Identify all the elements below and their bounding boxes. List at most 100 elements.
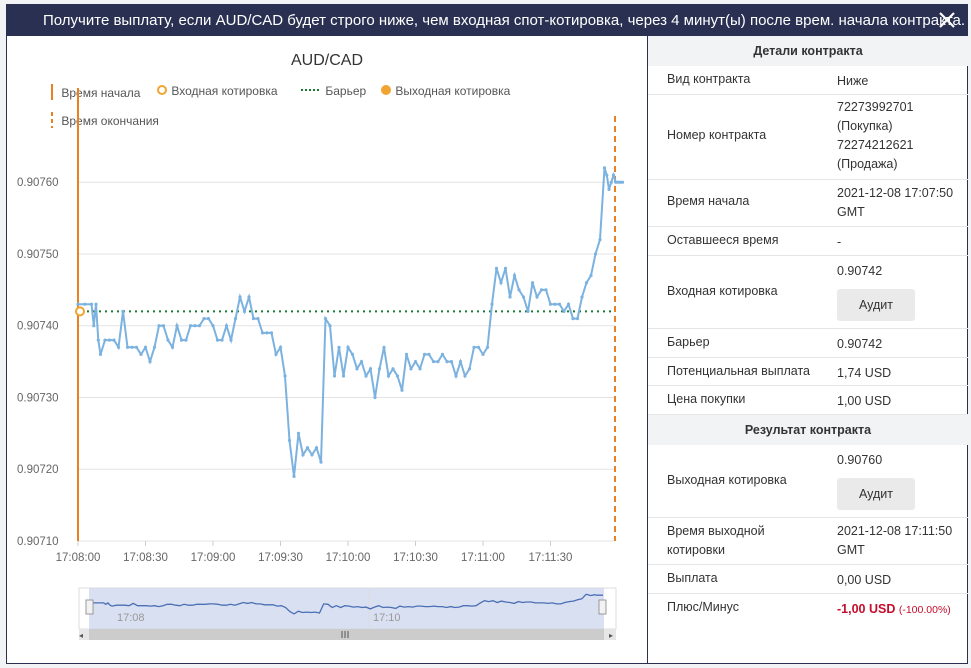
price-point — [260, 331, 265, 335]
x-tick-label: 17:10:00 — [326, 552, 371, 564]
price-point — [472, 345, 476, 349]
price-point — [247, 295, 251, 299]
price-point — [319, 460, 323, 464]
result-header: Результат контракта — [648, 415, 968, 445]
price-point — [535, 295, 539, 299]
price-point — [83, 302, 87, 306]
row-exit-spot: Выходная котировка 0.90760 Аудит — [648, 445, 968, 518]
exit-time-value: 2021-12-08 17:11:50 GMT — [837, 522, 952, 560]
contract-number-label: Номер контракта — [667, 128, 767, 142]
details-header: Детали контракта — [648, 36, 968, 66]
remaining-time-value: - — [837, 235, 842, 249]
price-point — [377, 367, 382, 371]
price-point — [605, 173, 609, 177]
row-contract-number: Номер контракта 72273992701 (Покупка) 72… — [648, 95, 968, 180]
price-chart[interactable]: 0.90710 0.90720 0.90730 0.90740 0.90750 0.907… — [7, 36, 647, 663]
price-series-line — [78, 167, 623, 477]
exit-spot-value-cell: 0.90760 Аудит — [837, 451, 915, 510]
buy-contract-id: 72273992701 — [837, 100, 914, 114]
price-point — [341, 374, 346, 378]
price-point — [211, 324, 215, 328]
entry-audit-button[interactable]: Аудит — [837, 289, 915, 321]
price-point — [562, 309, 566, 313]
price-point — [400, 388, 404, 392]
price-point — [575, 317, 580, 321]
price-point — [152, 345, 157, 349]
price-point — [269, 331, 274, 335]
purchase-price-label: Цена покупки — [667, 392, 746, 406]
potential-payout-value: 1,74 USD — [837, 366, 892, 380]
entry-spot-label: Входная котировка — [667, 284, 778, 298]
row-potential-payout: Потенциальная выплата 1,74 USD — [648, 358, 968, 386]
price-point — [481, 352, 485, 356]
price-point — [445, 360, 449, 364]
price-point — [494, 266, 499, 270]
navigator-selection[interactable] — [89, 588, 604, 629]
dialog-titlebar: Получите выплату, если AUD/CAD будет стр… — [7, 5, 967, 36]
price-point — [184, 338, 188, 342]
price-point — [526, 309, 530, 313]
price-point — [346, 345, 350, 349]
price-point — [404, 352, 409, 356]
row-contract-type: Вид контракта Ниже — [648, 66, 968, 95]
profit-loss-percent: (-100.00%) — [898, 604, 951, 616]
barrier-label: Барьер — [667, 335, 710, 349]
scroll-right-icon[interactable]: ▸ — [609, 631, 613, 640]
entry-spot-marker — [75, 306, 85, 317]
x-tick-label: 17:08:30 — [123, 552, 168, 564]
price-point — [521, 295, 526, 299]
price-point — [283, 374, 287, 378]
row-barrier: Барьер 0.90742 — [648, 329, 968, 358]
buy-label: (Покупка) — [837, 119, 893, 133]
price-point — [598, 238, 602, 242]
close-icon[interactable] — [937, 10, 957, 30]
row-remaining-time: Оставшееся время - — [648, 227, 968, 256]
price-point — [359, 360, 364, 364]
y-tick-label: 0.90760 — [17, 177, 59, 189]
price-point — [161, 324, 166, 328]
price-points — [76, 166, 625, 478]
price-point — [373, 395, 377, 400]
price-point — [512, 273, 517, 278]
price-point — [193, 324, 197, 328]
price-point — [409, 367, 413, 371]
exit-audit-button[interactable]: Аудит — [837, 478, 915, 510]
price-point — [143, 345, 148, 349]
price-point — [499, 281, 503, 285]
price-point — [170, 345, 175, 349]
price-point — [206, 317, 211, 321]
potential-payout-label: Потенциальная выплата — [667, 364, 810, 378]
x-tick-label: 17:09:30 — [258, 552, 303, 564]
navigator-right-handle[interactable] — [598, 599, 607, 615]
price-point — [251, 317, 256, 321]
price-point — [310, 453, 314, 457]
navigator-left-handle[interactable] — [85, 599, 94, 615]
navigator-label-1710: 17:10 — [373, 612, 401, 624]
price-point — [607, 187, 611, 191]
price-point — [490, 302, 494, 306]
price-point — [139, 352, 143, 356]
price-point — [413, 360, 418, 364]
price-point — [328, 324, 332, 328]
exit-spot-value: 0.90760 — [837, 453, 883, 467]
scroll-left-icon[interactable]: ◂ — [79, 631, 83, 640]
exit-time-label-line1: Время выходной — [667, 524, 765, 538]
price-point — [121, 309, 125, 313]
navigator-scrollbar-thumb[interactable] — [89, 629, 604, 640]
profit-loss-label: Плюс/Минус — [667, 600, 740, 614]
price-point — [476, 345, 481, 349]
price-point — [557, 302, 562, 306]
price-point — [364, 374, 368, 378]
sell-label: (Продажа) — [837, 157, 898, 171]
chart-navigator[interactable]: 17:08 17:10 ◂ ▸ — [7, 584, 647, 644]
price-point — [233, 317, 238, 321]
row-profit-loss: Плюс/Минус -1,00 USD (-100.00%) — [648, 594, 968, 622]
price-point — [386, 374, 391, 378]
x-tick-label: 17:10:30 — [393, 552, 438, 564]
price-point — [609, 180, 613, 184]
y-tick-label: 0.90710 — [17, 536, 59, 548]
price-point — [92, 324, 96, 328]
price-point — [395, 374, 400, 378]
profit-loss-value: -1,00 USD — [837, 602, 896, 616]
price-point — [278, 345, 283, 349]
